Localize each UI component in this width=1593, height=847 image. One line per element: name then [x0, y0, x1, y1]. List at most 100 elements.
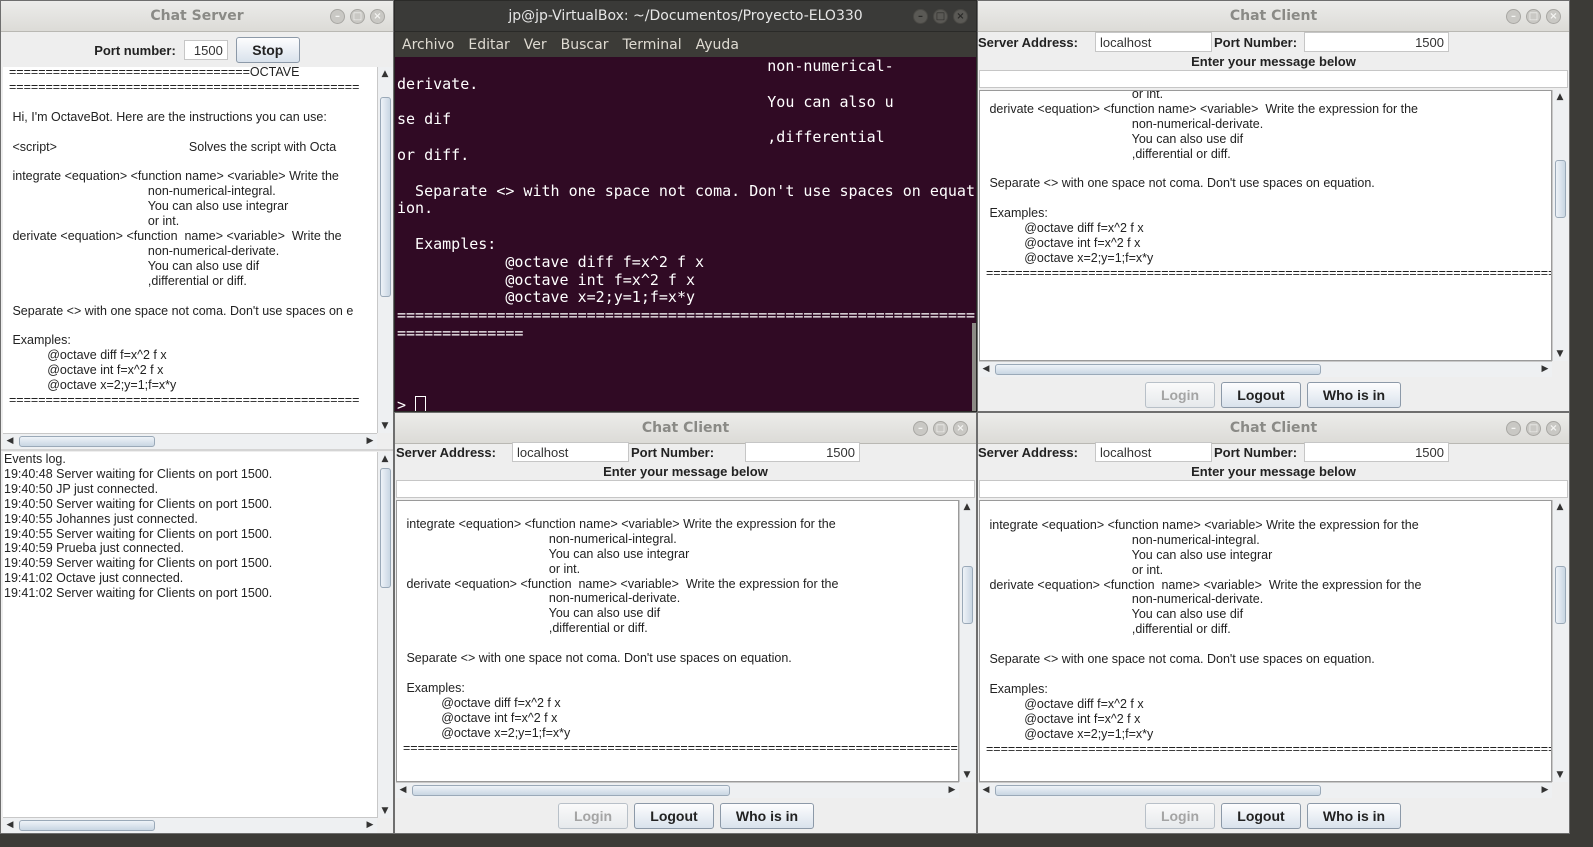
minimize-icon[interactable]: –: [330, 9, 345, 24]
minimize-icon[interactable]: –: [913, 421, 928, 436]
menu-terminal[interactable]: Terminal: [615, 37, 688, 53]
port-number-input[interactable]: [1304, 32, 1449, 52]
port-number-input[interactable]: [745, 442, 860, 462]
scroll-down-icon[interactable]: ▼: [1553, 768, 1567, 782]
close-icon[interactable]: ×: [953, 421, 968, 436]
client-chat-text: integrate <equation> <function name> <va…: [403, 516, 958, 755]
events-log-area[interactable]: Events log. 19:40:48 Server waiting for …: [3, 452, 377, 818]
port-input[interactable]: [183, 40, 228, 60]
client-vscrollbar[interactable]: ▲ ▼: [1552, 500, 1568, 782]
message-input[interactable]: [979, 70, 1568, 88]
scroll-left-icon[interactable]: ◀: [396, 783, 410, 797]
maximize-icon[interactable]: □: [933, 421, 948, 436]
maximize-icon[interactable]: □: [350, 9, 365, 24]
close-icon[interactable]: ×: [1546, 9, 1561, 24]
minimize-icon[interactable]: –: [1506, 9, 1521, 24]
split-divider[interactable]: [1, 449, 393, 451]
scroll-left-icon[interactable]: ◀: [3, 818, 17, 832]
scroll-right-icon[interactable]: ▶: [1538, 362, 1552, 376]
scroll-up-icon[interactable]: ▲: [378, 67, 392, 81]
scroll-thumb[interactable]: [1555, 566, 1566, 624]
scroll-left-icon[interactable]: ◀: [979, 783, 993, 797]
server-chat-hscrollbar[interactable]: ◀ ▶: [3, 433, 377, 449]
chat-client-window-top: Chat Client – □ × Server Address: Port N…: [977, 0, 1570, 412]
scroll-up-icon[interactable]: ▲: [1553, 500, 1567, 514]
scroll-thumb[interactable]: [380, 468, 391, 588]
server-address-label: Server Address:: [396, 444, 496, 460]
scroll-right-icon[interactable]: ▶: [363, 818, 377, 832]
minimize-icon[interactable]: –: [1506, 421, 1521, 436]
who-is-in-button[interactable]: Who is in: [1307, 382, 1401, 408]
scroll-thumb[interactable]: [380, 97, 391, 297]
message-prompt: Enter your message below: [1191, 463, 1356, 479]
scroll-up-icon[interactable]: ▲: [1553, 90, 1567, 104]
client-hscrollbar[interactable]: ◀ ▶: [396, 782, 959, 798]
scroll-down-icon[interactable]: ▼: [1553, 347, 1567, 361]
client-vscrollbar[interactable]: ▲ ▼: [1552, 90, 1568, 361]
scroll-down-icon[interactable]: ▼: [960, 768, 974, 782]
events-vscrollbar[interactable]: ▲ ▼: [377, 452, 393, 818]
scroll-right-icon[interactable]: ▶: [363, 434, 377, 448]
client-titlebar: Chat Client – □ ×: [395, 413, 976, 444]
server-address-input[interactable]: [1095, 32, 1212, 52]
scroll-thumb[interactable]: [1555, 160, 1566, 218]
client-hscrollbar[interactable]: ◀ ▶: [979, 782, 1552, 798]
maximize-icon[interactable]: □: [933, 9, 948, 24]
scroll-down-icon[interactable]: ▼: [378, 804, 392, 818]
port-label: Port number:: [94, 42, 176, 58]
scroll-thumb[interactable]: [19, 436, 155, 447]
server-chat-area[interactable]: =================================OCTAVE …: [3, 67, 377, 433]
scroll-left-icon[interactable]: ◀: [3, 434, 17, 448]
server-chat-text: =================================OCTAVE …: [9, 67, 360, 407]
maximize-icon[interactable]: □: [1526, 421, 1541, 436]
scroll-thumb[interactable]: [19, 820, 155, 831]
logout-button[interactable]: Logout: [1221, 803, 1301, 829]
server-address-input[interactable]: [512, 442, 629, 462]
message-input[interactable]: [396, 480, 975, 498]
client-vscrollbar[interactable]: ▲ ▼: [959, 500, 975, 782]
close-icon[interactable]: ×: [1546, 421, 1561, 436]
menu-archivo[interactable]: Archivo: [395, 37, 461, 53]
login-button[interactable]: Login: [558, 803, 628, 829]
scroll-left-icon[interactable]: ◀: [979, 362, 993, 376]
scroll-right-icon[interactable]: ▶: [1538, 783, 1552, 797]
chat-client-window-middle: Chat Client – □ × Server Address: Port N…: [394, 412, 977, 834]
scroll-right-icon[interactable]: ▶: [945, 783, 959, 797]
events-hscrollbar[interactable]: ◀ ▶: [3, 817, 377, 833]
terminal-scrollbar[interactable]: [972, 323, 976, 411]
menu-editar[interactable]: Editar: [461, 37, 516, 53]
login-button[interactable]: Login: [1145, 382, 1215, 408]
server-address-input[interactable]: [1095, 442, 1212, 462]
client-hscrollbar[interactable]: ◀ ▶: [979, 361, 1552, 377]
logout-button[interactable]: Logout: [634, 803, 714, 829]
who-is-in-button[interactable]: Who is in: [720, 803, 814, 829]
terminal-window: jp@jp-VirtualBox: ~/Documentos/Proyecto-…: [394, 0, 977, 412]
events-log-text: Events log. 19:40:48 Server waiting for …: [4, 452, 273, 601]
close-icon[interactable]: ×: [953, 9, 968, 24]
logout-button[interactable]: Logout: [1221, 382, 1301, 408]
close-icon[interactable]: ×: [370, 9, 385, 24]
scroll-thumb[interactable]: [962, 566, 973, 624]
scroll-thumb[interactable]: [995, 364, 1321, 375]
maximize-icon[interactable]: □: [1526, 9, 1541, 24]
terminal-title: jp@jp-VirtualBox: ~/Documentos/Proyecto-…: [508, 8, 863, 24]
menu-ayuda[interactable]: Ayuda: [689, 37, 746, 53]
menu-ver[interactable]: Ver: [517, 37, 554, 53]
scroll-up-icon[interactable]: ▲: [960, 500, 974, 514]
message-input[interactable]: [979, 480, 1568, 498]
client-chat-area[interactable]: or int. derivate <equation> <function na…: [979, 90, 1552, 361]
client-chat-area[interactable]: integrate <equation> <function name> <va…: [979, 500, 1552, 782]
scroll-down-icon[interactable]: ▼: [378, 419, 392, 433]
server-chat-vscrollbar[interactable]: ▲ ▼: [377, 67, 393, 433]
login-button[interactable]: Login: [1145, 803, 1215, 829]
minimize-icon[interactable]: –: [913, 9, 928, 24]
scroll-up-icon[interactable]: ▲: [378, 452, 392, 466]
port-number-input[interactable]: [1304, 442, 1449, 462]
who-is-in-button[interactable]: Who is in: [1307, 803, 1401, 829]
stop-button[interactable]: Stop: [235, 37, 300, 63]
scroll-thumb[interactable]: [412, 785, 730, 796]
client-chat-area[interactable]: integrate <equation> <function name> <va…: [396, 500, 959, 782]
menu-buscar[interactable]: Buscar: [554, 37, 616, 53]
terminal-output[interactable]: non-numerical- derivate. You can also u …: [395, 57, 976, 411]
scroll-thumb[interactable]: [995, 785, 1321, 796]
